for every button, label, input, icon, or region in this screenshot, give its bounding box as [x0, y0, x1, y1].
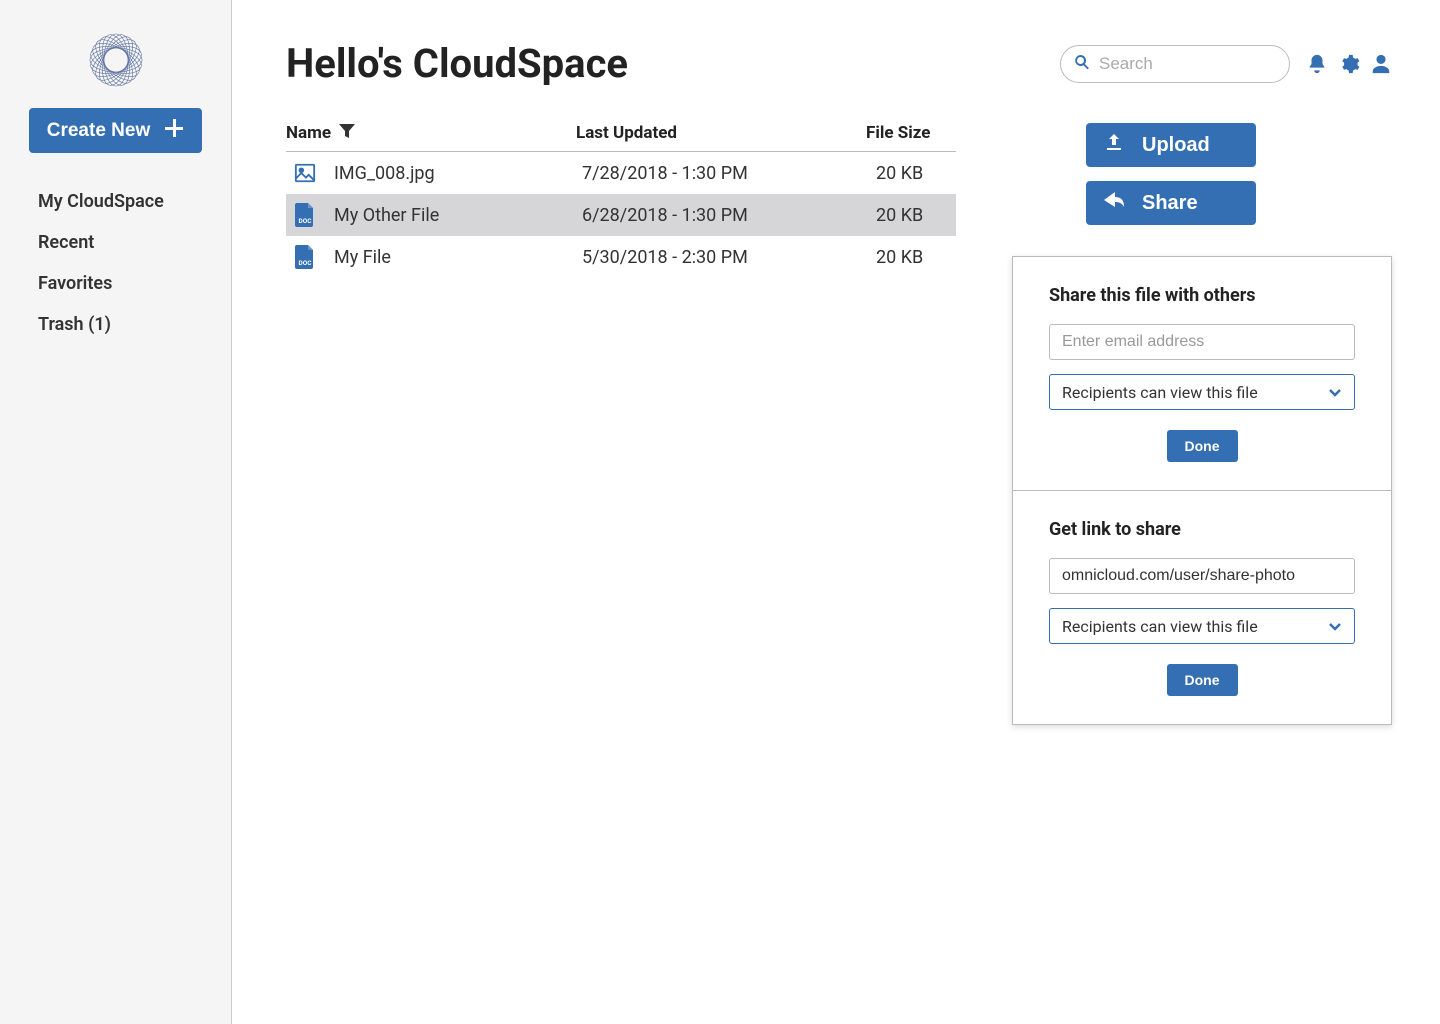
share-section-title: Share this file with others: [1049, 285, 1355, 306]
main-area: Hello's CloudSpace: [232, 0, 1440, 1024]
upload-label: Upload: [1142, 134, 1210, 157]
file-updated: 7/28/2018 - 1:30 PM: [582, 163, 872, 184]
table-row[interactable]: IMG_008.jpg 7/28/2018 - 1:30 PM 20 KB: [286, 152, 956, 194]
share-with-others-section: Share this file with others Recipients c…: [1013, 257, 1391, 490]
file-table: Name Last Updated File Size IMG_008.jpg …: [286, 123, 956, 278]
share-done-button[interactable]: Done: [1167, 430, 1238, 462]
search-wrap: [1060, 45, 1290, 83]
sidebar-item-recent[interactable]: Recent: [38, 222, 231, 263]
share-link-input[interactable]: [1049, 558, 1355, 594]
upload-button[interactable]: Upload: [1086, 123, 1256, 167]
column-header-updated[interactable]: Last Updated: [576, 123, 866, 143]
filter-icon[interactable]: [339, 123, 355, 143]
upload-icon: [1104, 132, 1124, 158]
doc-file-icon: DOC: [292, 202, 318, 228]
link-done-button[interactable]: Done: [1167, 664, 1238, 696]
table-header: Name Last Updated File Size: [286, 123, 956, 152]
file-updated: 6/28/2018 - 1:30 PM: [582, 205, 872, 226]
search-icon: [1074, 54, 1090, 74]
link-section-title: Get link to share: [1049, 519, 1355, 540]
page-title: Hello's CloudSpace: [286, 40, 628, 87]
header-right: [1060, 45, 1392, 83]
email-input[interactable]: [1049, 324, 1355, 360]
file-name: My File: [334, 247, 582, 268]
content-row: Name Last Updated File Size IMG_008.jpg …: [286, 123, 1392, 278]
column-name-label: Name: [286, 123, 331, 143]
chevron-down-icon: [1328, 383, 1342, 402]
file-name: My Other File: [334, 205, 582, 226]
header: Hello's CloudSpace: [286, 40, 1392, 87]
link-permission-label: Recipients can view this file: [1062, 617, 1258, 636]
header-icons: [1306, 53, 1392, 75]
file-size: 20 KB: [872, 247, 956, 268]
permission-select-label: Recipients can view this file: [1062, 383, 1258, 402]
file-size: 20 KB: [872, 205, 956, 226]
doc-file-icon: DOC: [292, 244, 318, 270]
share-icon: [1104, 191, 1124, 215]
image-file-icon: [292, 160, 318, 186]
share-button[interactable]: Share: [1086, 181, 1256, 225]
app-logo: [86, 30, 146, 90]
file-updated: 5/30/2018 - 2:30 PM: [582, 247, 872, 268]
search-input[interactable]: [1060, 45, 1290, 83]
sidebar-item-trash[interactable]: Trash (1): [38, 304, 231, 345]
create-new-label: Create New: [47, 120, 151, 142]
plus-icon: [164, 118, 184, 143]
share-panel: Share this file with others Recipients c…: [1012, 256, 1392, 725]
table-row[interactable]: DOC My Other File 6/28/2018 - 1:30 PM 20…: [286, 194, 956, 236]
column-header-name[interactable]: Name: [286, 123, 576, 143]
share-label: Share: [1142, 192, 1198, 215]
create-new-button[interactable]: Create New: [29, 108, 203, 153]
sidebar: Create New My CloudSpace Recent Favorite…: [0, 0, 232, 1024]
user-icon[interactable]: [1370, 53, 1392, 75]
svg-text:DOC: DOC: [299, 259, 313, 267]
bell-icon[interactable]: [1306, 53, 1328, 75]
column-header-size[interactable]: File Size: [866, 123, 956, 143]
action-column: Upload Share: [1086, 123, 1256, 225]
svg-text:DOC: DOC: [299, 217, 313, 225]
chevron-down-icon: [1328, 617, 1342, 636]
file-name: IMG_008.jpg: [334, 163, 582, 184]
permission-select[interactable]: Recipients can view this file: [1049, 374, 1355, 410]
file-size: 20 KB: [872, 163, 956, 184]
gear-icon[interactable]: [1338, 53, 1360, 75]
sidebar-nav: My CloudSpace Recent Favorites Trash (1): [0, 181, 231, 345]
sidebar-item-favorites[interactable]: Favorites: [38, 263, 231, 304]
get-link-section: Get link to share Recipients can view th…: [1013, 490, 1391, 724]
link-permission-select[interactable]: Recipients can view this file: [1049, 608, 1355, 644]
table-row[interactable]: DOC My File 5/30/2018 - 2:30 PM 20 KB: [286, 236, 956, 278]
sidebar-item-my-cloudspace[interactable]: My CloudSpace: [38, 181, 231, 222]
